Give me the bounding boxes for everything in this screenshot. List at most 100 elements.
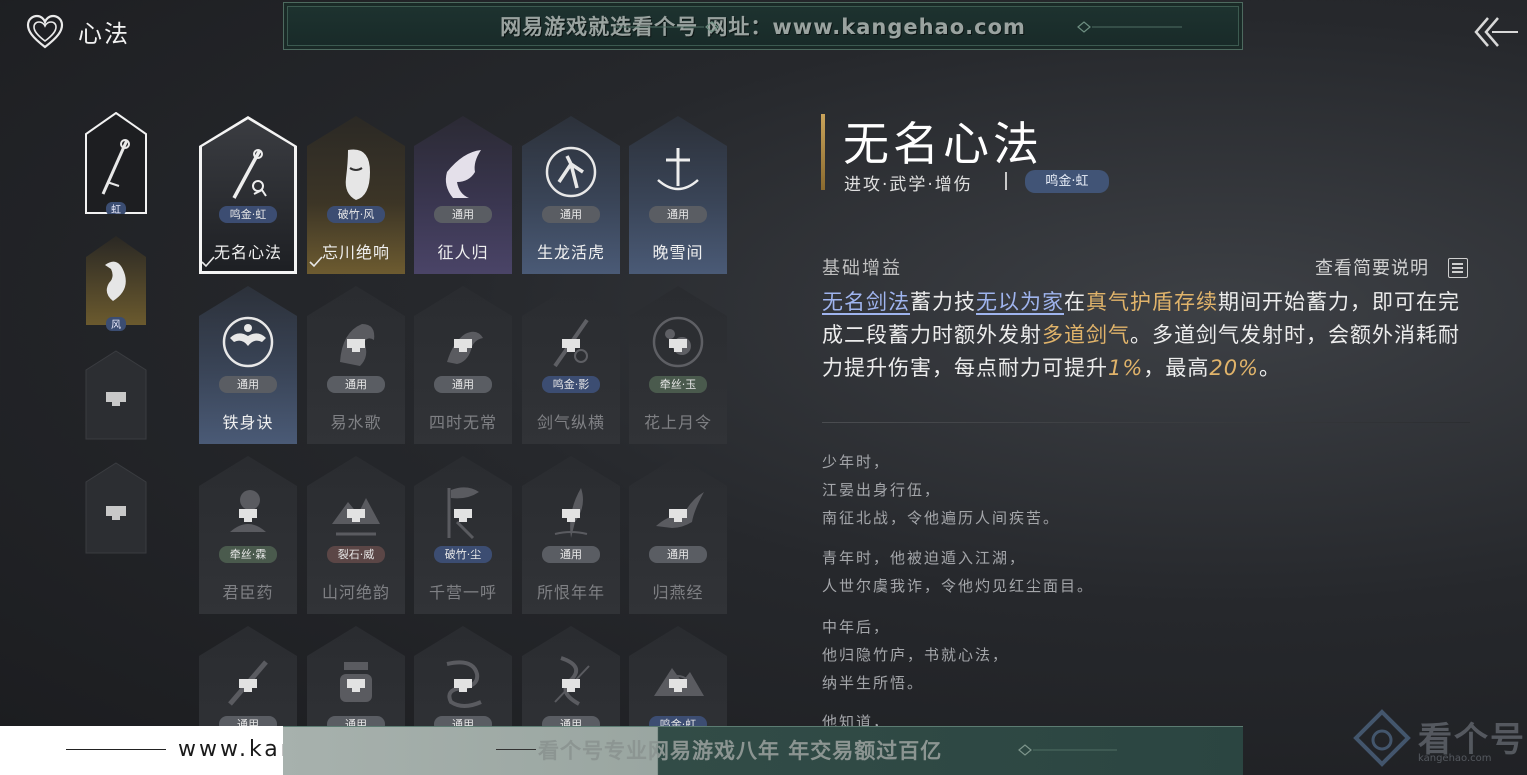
desc-text: ，最高 xyxy=(1143,356,1210,380)
card-name: 所恨年年 xyxy=(536,583,605,602)
lock-icon xyxy=(454,339,472,352)
runner-icon xyxy=(545,146,597,198)
card-name: 千营一呼 xyxy=(428,583,497,602)
lore-line: 江晏出身行伍， xyxy=(822,481,942,499)
xinfa-card[interactable]: 通用 征人归 xyxy=(414,116,512,274)
lock-icon xyxy=(347,339,365,352)
lore-line: 南征北战，令他遍历人间疾苦。 xyxy=(822,509,1061,527)
card-name: 四时无常 xyxy=(428,413,497,432)
watermark-url: kangehao.com xyxy=(1418,753,1492,764)
lore-line: 青年时，他被迫遁入江湖， xyxy=(822,549,1027,567)
top-banner-text: 网易游戏就选看个号 网址：www.kangehao.com xyxy=(500,15,1026,39)
xinfa-card[interactable]: 通用 易水歌 xyxy=(307,286,405,444)
xinfa-card[interactable]: 通用 四时无常 xyxy=(414,286,512,444)
keyword-link[interactable]: 无以为家 xyxy=(976,290,1064,314)
cross-icon xyxy=(657,148,699,191)
xinfa-card[interactable]: 裂石·威山河绝韵 xyxy=(307,456,405,614)
lock-icon xyxy=(562,509,580,522)
card-name: 山河绝韵 xyxy=(321,583,390,602)
card-name: 生龙活虎 xyxy=(536,243,605,262)
card-name: 晚雪间 xyxy=(652,243,704,262)
xinfa-card[interactable]: 通用 所恨年年 xyxy=(522,456,620,614)
rail-slot-label: 风 xyxy=(111,319,121,331)
value-highlight: 1% xyxy=(1108,356,1144,380)
lock-icon xyxy=(347,679,365,692)
divider xyxy=(1005,172,1007,190)
rail-slot-hong[interactable]: 虹 xyxy=(85,112,147,214)
card-name: 花上月令 xyxy=(643,413,712,432)
check-icon xyxy=(309,256,323,268)
rail-slot-label: 虹 xyxy=(111,204,121,214)
divider xyxy=(66,749,166,750)
rail-slot-locked[interactable] xyxy=(85,350,147,440)
watermark-logo-icon xyxy=(1353,709,1411,767)
divider xyxy=(822,422,1470,423)
lock-icon xyxy=(669,509,687,522)
lock-icon xyxy=(347,509,365,522)
footer-banner-text: 看个号专业网易游戏八年 年交易额过百亿 xyxy=(538,739,943,763)
keyword-link[interactable]: 无名剑法 xyxy=(822,290,910,314)
card-tag: 通用 xyxy=(542,546,600,563)
xinfa-card[interactable]: 通用 归燕经 xyxy=(629,456,727,614)
detail-title: 无名心法 xyxy=(843,117,1043,171)
lock-icon xyxy=(454,679,472,692)
card-name: 归燕经 xyxy=(652,583,704,602)
card-name: 剑气纵横 xyxy=(536,413,605,432)
card-tag: 裂石·威 xyxy=(327,546,385,563)
bird-icon xyxy=(445,150,481,198)
xinfa-card[interactable]: 牵丝·霖君臣药 xyxy=(199,456,297,614)
card-name: 征人归 xyxy=(437,243,489,262)
xinfa-card[interactable]: 通用 铁身诀 xyxy=(199,286,297,444)
xinfa-card[interactable]: 通用 晚雪间 xyxy=(629,116,727,274)
top-watermark-banner: 网易游戏就选看个号 网址：www.kangehao.com xyxy=(283,2,1243,50)
card-tag: 通用 xyxy=(219,376,277,393)
lock-icon xyxy=(454,509,472,522)
card-name: 易水歌 xyxy=(330,413,382,432)
summary-icon[interactable] xyxy=(1448,258,1468,278)
card-name: 君臣药 xyxy=(222,583,274,602)
xinfa-card[interactable]: 鸣金·虹 无名心法 xyxy=(199,116,297,274)
card-tag: 通用 xyxy=(327,376,385,393)
lock-icon xyxy=(669,679,687,692)
card-tag: 通用 xyxy=(649,206,707,223)
lock-icon xyxy=(239,509,257,522)
back-arrow-icon[interactable] xyxy=(1470,12,1520,52)
card-tag: 通用 xyxy=(542,206,600,223)
card-tag: 牵丝·霖 xyxy=(219,546,277,563)
page-title: 心法 xyxy=(78,20,130,48)
lore-line: 少年时， xyxy=(822,453,891,471)
lock-icon xyxy=(239,679,257,692)
card-tag: 破竹·风 xyxy=(327,206,385,223)
xinfa-card[interactable]: 牵丝·玉花上月令 xyxy=(629,286,727,444)
ornament-icon xyxy=(1018,744,1117,756)
title-accent-bar xyxy=(821,114,825,190)
lore-line: 人世尔虞我诈，令他灼见红尘面目。 xyxy=(822,577,1095,595)
xinfa-card[interactable]: 通用 生龙活虎 xyxy=(522,116,620,274)
heart-icon xyxy=(26,14,64,49)
card-tag: 通用 xyxy=(434,376,492,393)
value-highlight: 20% xyxy=(1209,356,1260,380)
mask-icon xyxy=(345,149,370,200)
xinfa-card[interactable]: 破竹·尘 千营一呼 xyxy=(414,456,512,614)
rail-slot-locked[interactable] xyxy=(85,462,147,554)
effect-description: 无名剑法蓄力技无以为家在真气护盾存续期间开始蓄力，即可在完成二段蓄力时额外发射多… xyxy=(822,286,1477,385)
xinfa-card[interactable]: 破竹·风 忘川绝响 xyxy=(307,116,405,274)
lore-line: 他归隐竹庐，书就心法， xyxy=(822,646,1010,664)
divider xyxy=(496,749,536,750)
desc-text: 在 xyxy=(1064,290,1086,314)
rail-slot-feng[interactable]: 风 xyxy=(85,235,147,333)
keyword-highlight: 多道剑气 xyxy=(1042,323,1130,347)
summary-link[interactable]: 查看简要说明 xyxy=(1315,254,1429,280)
detail-subtitle: 进攻·武学·增伤 xyxy=(844,175,973,195)
ornament-icon xyxy=(614,21,719,33)
lock-icon xyxy=(669,339,687,352)
card-tag: 通用 xyxy=(649,546,707,563)
lore-line: 中年后， xyxy=(822,618,891,636)
card-name: 铁身诀 xyxy=(222,413,274,432)
selection-frame xyxy=(199,116,297,274)
card-tag: 通用 xyxy=(434,206,492,223)
card-tag: 牵丝·玉 xyxy=(649,376,707,393)
muscle-icon xyxy=(222,316,274,368)
section-label: 基础增益 xyxy=(822,258,902,279)
xinfa-card[interactable]: 鸣金·影 剑气纵横 xyxy=(522,286,620,444)
